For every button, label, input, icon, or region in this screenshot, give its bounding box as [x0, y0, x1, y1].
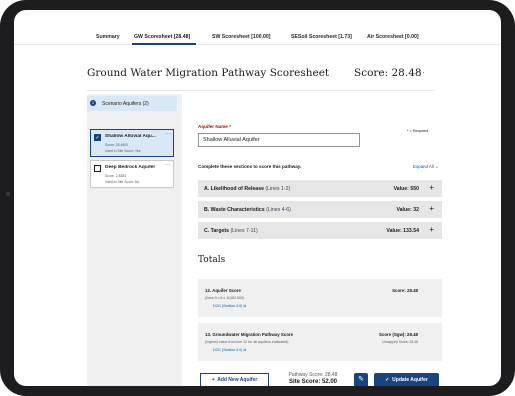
divider: [87, 90, 435, 91]
add-new-aquifer-label: Add New Aquifer: [217, 377, 258, 383]
aquifer-checkbox[interactable]: [94, 165, 101, 172]
plus-icon[interactable]: +: [429, 204, 434, 213]
section-lines: (Lines 7-11): [230, 228, 258, 234]
section-lines: (Lines 1-2): [265, 186, 291, 192]
required-note: * = Required: [407, 129, 428, 133]
section-value: Value: 133.54: [386, 228, 419, 234]
totals-heading: Totals: [198, 255, 226, 265]
aquifer-checkbox[interactable]: ✓: [94, 134, 101, 141]
aquifer-card-shallow[interactable]: ✓ Shallow Alluvial Aqu... Score: 28.4800…: [90, 129, 174, 157]
add-new-aquifer-button[interactable]: + Add New Aquifer: [200, 373, 269, 386]
plus-icon: +: [211, 377, 215, 383]
active-tab-indicator: [132, 43, 196, 45]
section-likelihood-of-release[interactable]: A. Likelihood of Release (Lines 1-2) Val…: [198, 180, 442, 197]
more-options-icon[interactable]: ···: [416, 68, 426, 77]
section-label: C. Targets (Lines 7-11): [204, 228, 258, 234]
section-title: A. Likelihood of Release: [204, 186, 264, 192]
page-title: Ground Water Migration Pathway Scoreshee…: [87, 67, 330, 79]
complete-sections-text: Complete these sections to score this pa…: [198, 164, 302, 169]
aquifer-score-box: 12. Aquifer Score (lines 3 x 6 x 11)/82,…: [198, 279, 442, 317]
aquifer-card-score: Score: 28.4800: [105, 143, 128, 147]
aquifer-score-formula: (lines 3 x 6 x 11)/82,500): [205, 296, 245, 300]
aquifer-name-label-text: Aquifer Name: [198, 124, 228, 129]
section-label: A. Likelihood of Release (Lines 1-2): [204, 186, 290, 192]
section-value: Value: 32: [396, 207, 420, 213]
site-score: Site Score: 52.00: [288, 379, 338, 385]
pencil-icon: ✎: [358, 376, 364, 383]
aquifer-card-score: Score: 2.8283: [105, 174, 127, 178]
gw-score-value: Score (Sgw): 28.48: [378, 332, 418, 337]
aquifer-card-name: Deep Bedrock Aquifer: [105, 165, 156, 170]
page-score: Score: 28.48: [354, 67, 422, 79]
section-waste-characteristics[interactable]: B. Waste Characteristics (Lines 4-6) Val…: [198, 201, 442, 218]
plus-icon[interactable]: +: [429, 183, 434, 192]
edit-button[interactable]: ✎: [354, 373, 368, 386]
tablet-frame: Summary GW Scoresheet [28.48] SW Scoresh…: [0, 0, 515, 396]
aquifer-more-icon[interactable]: ···: [165, 131, 170, 137]
tab-sw-scoresheet[interactable]: SW Scoresheet [100.00]: [212, 34, 271, 40]
section-value: Value: 550: [393, 186, 419, 192]
pathway-score: Pathway Score: 28.48: [288, 372, 338, 378]
aquifer-card-used: Used in Site Score: Yes: [105, 149, 141, 153]
gw-score-title: 13. Groundwater Migration Pathway Score: [205, 332, 294, 337]
scenario-aquifers-header[interactable]: 1 Scenario Aquifers (2): [87, 96, 177, 111]
section-label: B. Waste Characteristics (Lines 4-6): [204, 207, 291, 213]
aquifer-name-label: Aquifer Name *: [198, 124, 231, 129]
update-aquifer-label: Update Aquifer: [392, 377, 428, 383]
doc-link[interactable]: DOC (Section 3.0) ⧉: [213, 304, 246, 308]
step-number-badge: 1: [90, 100, 96, 106]
chevron-down-icon: ⌄: [434, 164, 439, 169]
section-title: C. Targets: [204, 228, 229, 234]
plus-icon[interactable]: +: [429, 225, 434, 234]
aquifer-sidebar: 1 Scenario Aquifers (2) ✓ Shallow Alluvi…: [87, 94, 182, 386]
tab-gw-scoresheet[interactable]: GW Scoresheet [28.48]: [134, 34, 190, 40]
tab-sesoil-scoresheet[interactable]: SESoil Scoresheet [1.73]: [291, 34, 352, 40]
doc-link[interactable]: DOC (Section 3.0) ⧉: [213, 348, 246, 352]
aquifer-card-name: Shallow Alluvial Aqu...: [105, 134, 156, 139]
camera-dot: [6, 192, 10, 196]
uncapped-score: Uncapped Score: 28.48: [382, 340, 418, 344]
update-aquifer-button[interactable]: ✓ Update Aquifer: [374, 373, 439, 386]
required-star: *: [229, 124, 231, 129]
gw-pathway-score-box: 13. Groundwater Migration Pathway Score …: [198, 323, 442, 361]
external-link-icon: ⧉: [243, 348, 246, 352]
aquifer-more-icon[interactable]: ···: [165, 162, 170, 168]
expand-all-label: Expand All: [413, 164, 434, 169]
scenario-aquifers-label: Scenario Aquifers (2): [102, 101, 149, 107]
required-star: *: [407, 129, 409, 133]
aquifer-card-deep[interactable]: Deep Bedrock Aquifer Score: 2.8283 Used …: [90, 160, 174, 188]
aquifer-score-title: 12. Aquifer Score: [205, 288, 241, 293]
gw-score-formula: (highest value from line 12 for all aqui…: [205, 340, 289, 344]
doc-link-text: DOC (Section 3.0): [213, 348, 243, 352]
tab-summary[interactable]: Summary: [96, 34, 120, 40]
aquifer-score-value: Score: 28.48: [392, 288, 418, 293]
app-screen: Summary GW Scoresheet [28.48] SW Scoresh…: [14, 10, 501, 386]
expand-all-link[interactable]: Expand All ⌄: [413, 164, 439, 170]
section-title: B. Waste Characteristics: [204, 207, 265, 213]
external-link-icon: ⧉: [243, 304, 246, 308]
tab-air-scoresheet[interactable]: Air Scoresheet [0.00]: [367, 34, 419, 40]
aquifer-name-input[interactable]: Shallow Alluvial Aquifer: [198, 133, 360, 147]
check-icon: ✓: [385, 377, 390, 383]
aquifer-card-used: Used in Site Score: No: [105, 180, 140, 184]
scoresheet-tabs: Summary GW Scoresheet [28.48] SW Scoresh…: [14, 10, 501, 45]
section-targets[interactable]: C. Targets (Lines 7-11) Value: 133.54 +: [198, 222, 442, 239]
section-lines: (Lines 4-6): [266, 207, 291, 213]
required-note-text: = Required: [409, 129, 429, 133]
doc-link-text: DOC (Section 3.0): [213, 304, 243, 308]
